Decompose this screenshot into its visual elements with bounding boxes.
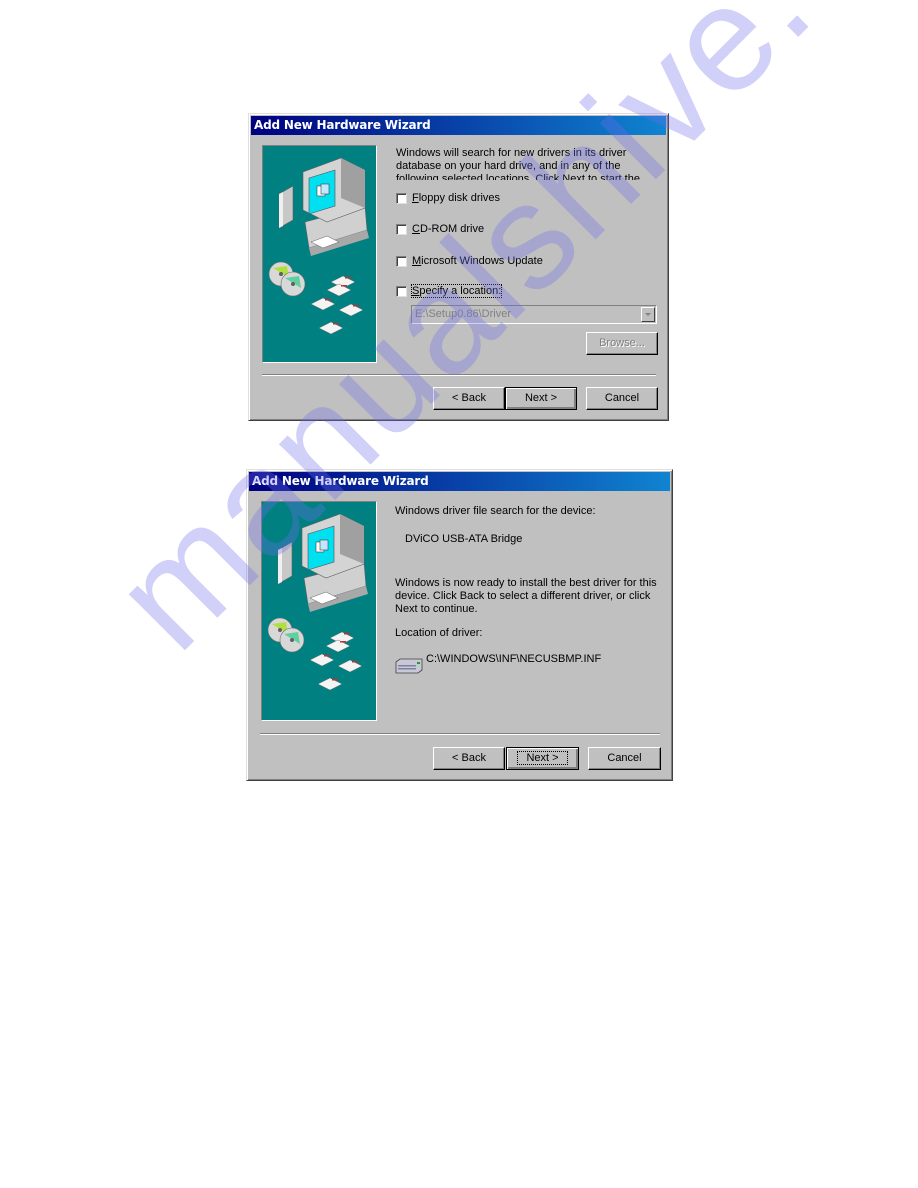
location-label: Location of driver: bbox=[395, 627, 483, 639]
driver-location-row: C:\WINDOWS\INF\NECUSBMP.INF bbox=[395, 653, 601, 674]
ready-message: Windows is now ready to install the best… bbox=[395, 577, 657, 615]
specify-location-checkbox[interactable] bbox=[396, 285, 407, 297]
floppy-checkbox-row[interactable]: Floppy disk drives bbox=[396, 192, 500, 204]
specify-location-label: Specify a location: bbox=[410, 284, 503, 298]
next-button[interactable]: Next > bbox=[506, 747, 579, 770]
divider bbox=[262, 374, 656, 376]
intro-text: Windows will search for new drivers in i… bbox=[396, 147, 640, 180]
wizard-illustration bbox=[261, 501, 377, 721]
search-heading: Windows driver file search for the devic… bbox=[395, 505, 596, 517]
location-combobox[interactable]: E:\Setup0.86\Driver bbox=[411, 305, 657, 324]
hard-drive-icon bbox=[395, 658, 423, 674]
browse-button[interactable]: Browse... bbox=[586, 332, 658, 355]
cdrom-checkbox-row[interactable]: CD-ROM drive bbox=[396, 223, 484, 235]
cancel-button[interactable]: Cancel bbox=[588, 747, 661, 770]
specify-location-checkbox-row[interactable]: Specify a location: bbox=[396, 284, 503, 298]
cdrom-checkbox[interactable] bbox=[396, 223, 407, 235]
wizard-illustration bbox=[262, 145, 377, 363]
back-button[interactable]: < Back bbox=[433, 387, 505, 410]
computer-and-disks-icon bbox=[268, 157, 370, 335]
next-button[interactable]: Next > bbox=[505, 387, 577, 410]
device-name: DViCO USB-ATA Bridge bbox=[405, 533, 523, 545]
floppy-label: Floppy disk drives bbox=[412, 192, 501, 204]
wizard-dialog-driver-found: Add New Hardware Wizard Windows driver f… bbox=[246, 469, 673, 781]
windows-update-label: Microsoft Windows Update bbox=[412, 255, 543, 267]
location-value: E:\Setup0.86\Driver bbox=[415, 308, 511, 320]
windows-update-checkbox[interactable] bbox=[396, 255, 407, 267]
windows-update-checkbox-row[interactable]: Microsoft Windows Update bbox=[396, 255, 543, 267]
cancel-button[interactable]: Cancel bbox=[586, 387, 658, 410]
dropdown-arrow-icon[interactable] bbox=[641, 307, 655, 322]
floppy-checkbox[interactable] bbox=[396, 192, 407, 204]
title-bar[interactable]: Add New Hardware Wizard bbox=[249, 472, 670, 491]
title-bar[interactable]: Add New Hardware Wizard bbox=[251, 116, 666, 135]
driver-path: C:\WINDOWS\INF\NECUSBMP.INF bbox=[426, 653, 602, 665]
cdrom-label: CD-ROM drive bbox=[412, 223, 485, 235]
divider bbox=[260, 733, 660, 735]
wizard-dialog-search-locations: Add New Hardware Wizard Windows will sea… bbox=[248, 113, 669, 421]
computer-and-disks-icon bbox=[267, 513, 369, 691]
back-button[interactable]: < Back bbox=[433, 747, 505, 770]
